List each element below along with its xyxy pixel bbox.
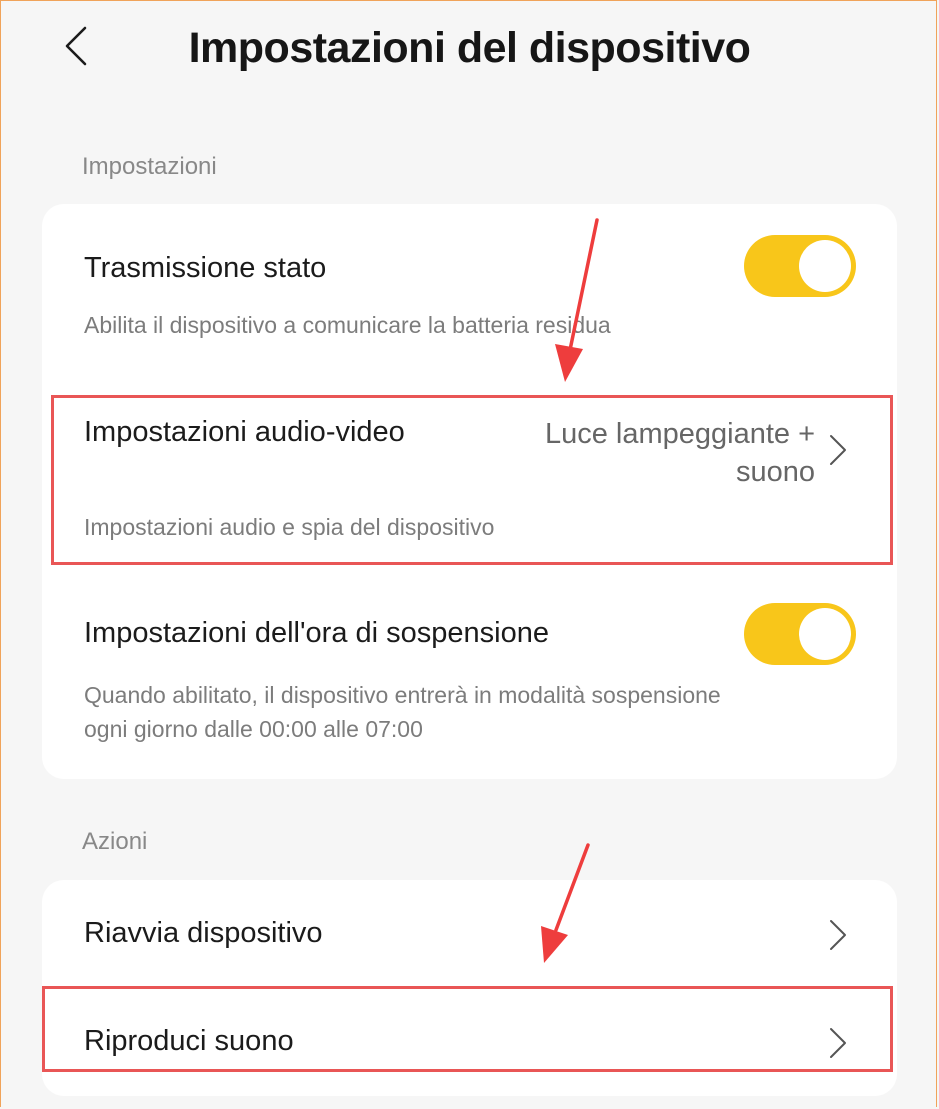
section-label-settings: Impostazioni — [82, 153, 217, 180]
play-sound-label: Riproduci suono — [84, 1025, 294, 1057]
sleep-time-toggle[interactable] — [744, 603, 856, 665]
chevron-right-icon — [830, 435, 846, 465]
chevron-right-icon — [830, 1028, 846, 1058]
chevron-right-icon — [830, 920, 846, 950]
sleep-time-desc: Quando abilitato, il dispositivo entrerà… — [84, 678, 864, 746]
toggle-knob — [799, 240, 851, 292]
status-transmission-desc: Abilita il dispositivo a comunicare la b… — [84, 312, 611, 338]
audio-video-value-line2: suono — [735, 456, 815, 488]
top-bar: Impostazioni del dispositivo — [0, 0, 939, 110]
audio-video-title: Impostazioni audio-video — [84, 416, 405, 448]
audio-video-value: Luce lampeggiante + suono — [495, 415, 815, 491]
status-transmission-toggle[interactable] — [744, 235, 856, 297]
sleep-time-title: Impostazioni dell'ora di sospensione — [84, 617, 549, 649]
audio-video-value-line1: Luce lampeggiante + — [544, 418, 815, 450]
status-transmission-title: Trasmissione stato — [84, 252, 327, 284]
audio-video-desc: Impostazioni audio e spia del dispositiv… — [84, 514, 495, 540]
settings-card: Trasmissione stato Abilita il dispositiv… — [42, 204, 897, 779]
page-title: Impostazioni del dispositivo — [188, 24, 751, 72]
sleep-time-desc-line2: ogni giorno dalle 00:00 alle 07:00 — [84, 716, 423, 742]
sleep-time-desc-line1: Quando abilitato, il dispositivo entrerà… — [84, 682, 721, 708]
section-label-actions: Azioni — [82, 828, 148, 855]
restart-device-label: Riavvia dispositivo — [84, 917, 323, 949]
actions-card: Riavvia dispositivo Riproduci suono — [42, 880, 897, 1096]
toggle-knob — [799, 608, 851, 660]
